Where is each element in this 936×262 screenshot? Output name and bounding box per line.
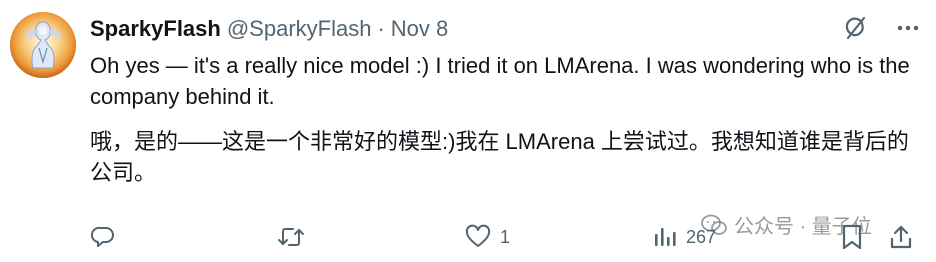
more-icon[interactable] [894, 14, 922, 42]
grok-icon[interactable] [842, 14, 870, 42]
avatar-image [10, 12, 76, 78]
tweet-actions: 1 267 [90, 220, 920, 254]
tweet-text-english: Oh yes — it's a really nice model :) I t… [90, 53, 910, 109]
retweet-button[interactable] [276, 220, 314, 254]
views-count: 267 [686, 226, 717, 247]
share-icon [890, 225, 912, 249]
tweet-header: SparkyFlash @SparkyFlash · Nov 8 [90, 14, 448, 44]
tweet-date[interactable]: Nov 8 [391, 16, 448, 42]
reply-icon [90, 226, 114, 247]
views-icon [655, 228, 676, 246]
share-button[interactable] [888, 220, 914, 254]
retweet-icon [278, 228, 304, 246]
header-icons [842, 14, 922, 42]
heart-icon [465, 224, 491, 247]
tweet-text-chinese: 哦，是的——这是一个非常好的模型:)我在 LMArena 上尝试过。我想知道谁是… [90, 129, 909, 185]
display-name[interactable]: SparkyFlash [90, 16, 221, 42]
like-button[interactable]: 1 [464, 220, 510, 254]
separator-dot: · [377, 16, 385, 41]
bookmark-button[interactable] [840, 220, 864, 254]
avatar[interactable] [10, 12, 76, 78]
user-handle[interactable]: @SparkyFlash [227, 16, 372, 42]
tweet[interactable]: SparkyFlash @SparkyFlash · Nov 8 Oh yes … [0, 0, 936, 262]
bookmark-icon [842, 224, 862, 250]
views-button[interactable]: 267 [652, 220, 716, 254]
reply-button[interactable] [90, 220, 124, 254]
like-count: 1 [500, 226, 511, 247]
